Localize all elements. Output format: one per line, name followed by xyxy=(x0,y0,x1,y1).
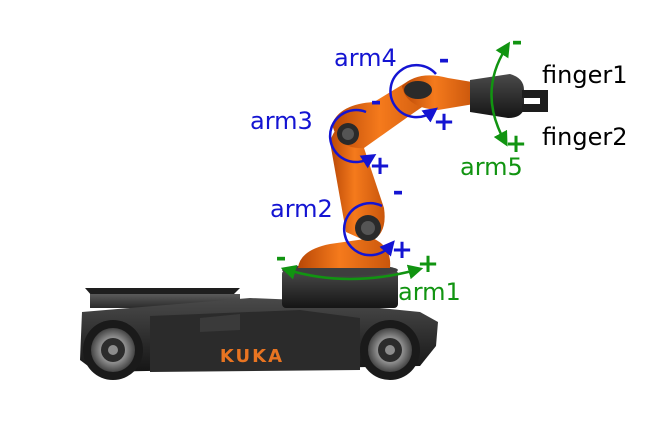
arm1-minus: - xyxy=(276,243,287,273)
diagram-canvas: KUKA - + arm1 - + arm2 - + arm3 - + arm4… xyxy=(80,27,627,380)
arm1-plus: + xyxy=(417,249,439,279)
arm5-label: arm5 xyxy=(460,153,523,181)
joint-cap-arm4 xyxy=(404,81,432,99)
wheel-right xyxy=(360,320,420,380)
arm5-minus: - xyxy=(512,27,523,57)
finger1-label: finger1 xyxy=(542,61,627,89)
arm2-plus: + xyxy=(391,235,413,265)
gripper-finger-2 xyxy=(522,104,548,112)
wheel-left xyxy=(83,320,143,380)
robot-arm-diagram: KUKA - + arm1 - + arm2 - + arm3 - + arm4… xyxy=(0,0,660,420)
arm1-label: arm1 xyxy=(398,278,461,306)
arm4-label: arm4 xyxy=(334,44,397,72)
arm-base-joint xyxy=(298,238,391,268)
robot-arm xyxy=(282,74,548,308)
arm3-minus: - xyxy=(371,87,382,117)
arm4-minus: - xyxy=(439,45,450,75)
arm3-label: arm3 xyxy=(250,107,313,135)
arm2-minus: - xyxy=(393,177,404,207)
arm3-plus: + xyxy=(369,151,391,181)
arm2-label: arm2 xyxy=(270,195,333,223)
finger2-label: finger2 xyxy=(542,123,627,151)
kuka-logo: KUKA xyxy=(220,346,284,367)
gripper-body xyxy=(470,74,524,118)
arm4-plus: + xyxy=(433,107,455,137)
